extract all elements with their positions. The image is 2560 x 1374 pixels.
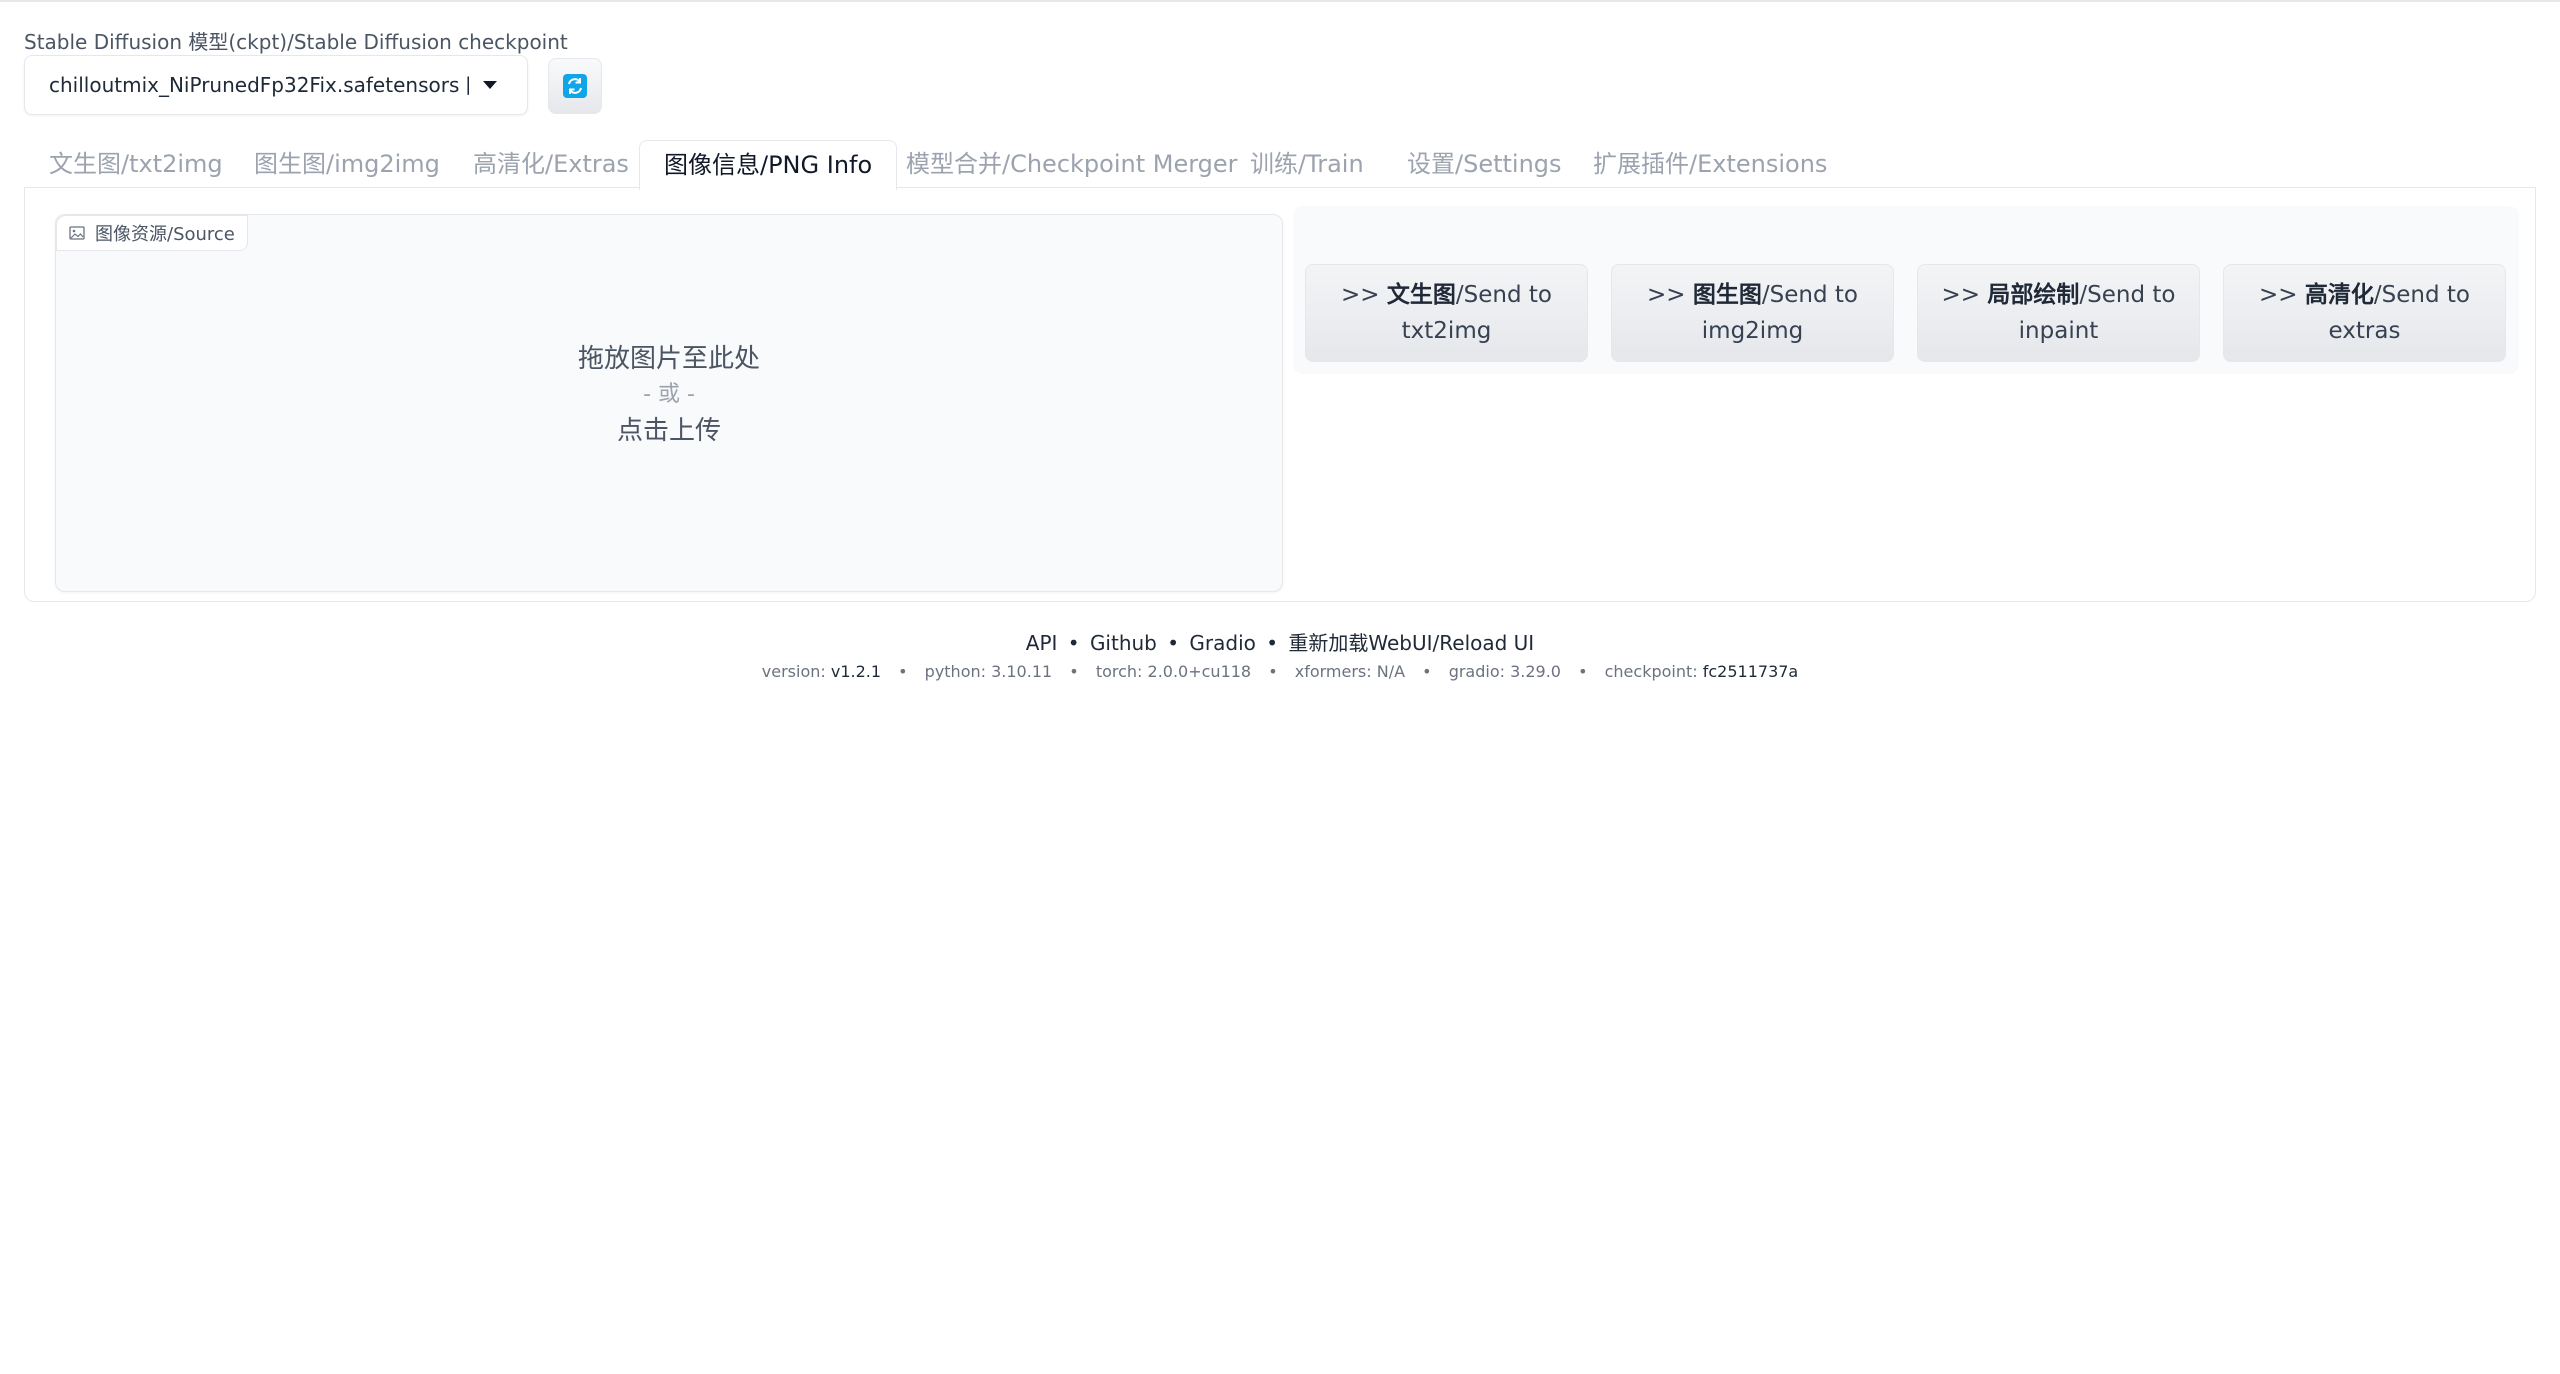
reload-ui-link[interactable]: 重新加载WebUI/Reload UI xyxy=(1288,631,1534,655)
send-suffix: /Send to xyxy=(1761,282,1858,308)
send-target-cn: 局部绘制 xyxy=(1987,282,2080,308)
send-prefix: >> xyxy=(1341,282,1387,308)
checkpoint-dropdown[interactable]: chilloutmix_NiPrunedFp32Fix.safetensors … xyxy=(24,55,528,115)
footer-links: API • Github • Gradio • 重新加载WebUI/Reload… xyxy=(0,627,2560,656)
tab-settings[interactable]: 设置/Settings xyxy=(1407,140,1562,188)
info-key: python: xyxy=(924,662,992,681)
main-tabs: 文生图/txt2img 图生图/img2img 高清化/Extras 图像信息/… xyxy=(24,140,2536,190)
send-target-en: extras xyxy=(2328,318,2401,344)
send-target-en: img2img xyxy=(1701,318,1804,344)
send-target-en: inpaint xyxy=(2018,318,2099,344)
or-text: - 或 - xyxy=(643,382,695,407)
footer-separator: • xyxy=(1167,631,1180,655)
info-key: version: xyxy=(761,662,831,681)
send-prefix: >> xyxy=(2259,282,2305,308)
image-upload-dropzone[interactable]: 图像资源/Source 拖放图片至此处 - 或 - 点击上传 xyxy=(55,214,1283,592)
send-buttons-row: >> 文生图/Send to txt2img >> 图生图/Send to img2… xyxy=(1293,206,2519,374)
checkpoint-hash-value: fc2511737a xyxy=(1702,662,1799,681)
source-label-text: 图像资源/Source xyxy=(95,224,235,245)
checkpoint-value: chilloutmix_NiPrunedFp32Fix.safetensors … xyxy=(49,73,469,97)
chevron-down-icon xyxy=(483,81,497,89)
info-separator: • xyxy=(1268,662,1278,681)
xformers-value: N/A xyxy=(1376,662,1406,681)
send-target-cn: 文生图 xyxy=(1386,282,1456,308)
upload-text[interactable]: 点击上传 xyxy=(56,413,1282,449)
footer-separator: • xyxy=(1266,631,1279,655)
info-separator: • xyxy=(898,662,908,681)
send-prefix: >> xyxy=(1941,282,1988,308)
send-to-extras-button[interactable]: >> 高清化/Send to extras xyxy=(2223,264,2506,362)
send-prefix: >> xyxy=(1647,282,1693,308)
info-key: torch: xyxy=(1095,662,1148,681)
send-to-txt2img-button[interactable]: >> 文生图/Send to txt2img xyxy=(1305,264,1588,362)
tab-train[interactable]: 训练/Train xyxy=(1250,140,1364,188)
python-value: 3.10.11 xyxy=(991,662,1053,681)
send-suffix: /Send to xyxy=(2079,282,2176,308)
tab-png-info[interactable]: 图像信息/PNG Info xyxy=(639,140,898,190)
send-to-img2img-button[interactable]: >> 图生图/Send to img2img xyxy=(1611,264,1894,362)
send-suffix: /Send to xyxy=(1455,282,1552,308)
tab-extensions[interactable]: 扩展插件/Extensions xyxy=(1593,140,1827,188)
refresh-icon xyxy=(563,74,587,98)
info-key: checkpoint: xyxy=(1604,662,1703,681)
tab-txt2img[interactable]: 文生图/txt2img xyxy=(49,140,223,188)
tab-extras[interactable]: 高清化/Extras xyxy=(473,140,629,188)
source-label: 图像资源/Source xyxy=(56,215,248,251)
drop-instructions: 拖放图片至此处 - 或 - 点击上传 xyxy=(56,341,1282,449)
footer-separator: • xyxy=(1067,631,1080,655)
info-separator: • xyxy=(1578,662,1588,681)
torch-value: 2.0.0+cu118 xyxy=(1147,662,1252,681)
info-separator: • xyxy=(1422,662,1432,681)
version-info: version: v1.2.1 • python: 3.10.11 • torc… xyxy=(0,662,2560,681)
send-to-inpaint-button[interactable]: >> 局部绘制/Send to inpaint xyxy=(1917,264,2200,362)
refresh-checkpoint-button[interactable] xyxy=(548,58,602,114)
send-target-en: txt2img xyxy=(1401,318,1492,344)
png-info-panel: 图像资源/Source 拖放图片至此处 - 或 - 点击上传 >> 文生图/Se… xyxy=(24,187,2536,602)
info-key: xformers: xyxy=(1294,662,1377,681)
send-target-cn: 高清化 xyxy=(2304,282,2374,308)
send-suffix: /Send to xyxy=(2373,282,2470,308)
drop-text: 拖放图片至此处 xyxy=(577,344,760,374)
checkpoint-label: Stable Diffusion 模型(ckpt)/Stable Diffusi… xyxy=(24,30,568,54)
tab-checkpoint-merger[interactable]: 模型合并/Checkpoint Merger xyxy=(906,140,1238,188)
api-link[interactable]: API xyxy=(1026,631,1058,655)
tab-img2img[interactable]: 图生图/img2img xyxy=(254,140,440,188)
info-separator: • xyxy=(1069,662,1079,681)
github-link[interactable]: Github xyxy=(1090,631,1157,655)
info-key: gradio: xyxy=(1448,662,1511,681)
top-divider xyxy=(0,0,2560,2)
image-icon xyxy=(69,226,85,240)
gradio-link[interactable]: Gradio xyxy=(1189,631,1255,655)
send-target-cn: 图生图 xyxy=(1692,282,1762,308)
gradio-value: 3.29.0 xyxy=(1510,662,1561,681)
version-value: v1.2.1 xyxy=(830,662,882,681)
